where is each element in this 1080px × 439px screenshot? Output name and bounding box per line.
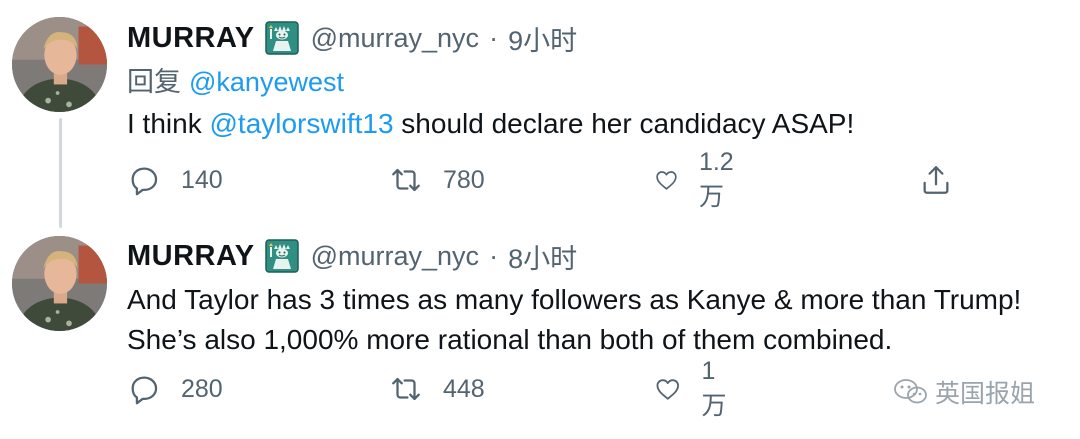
inline-mention[interactable]: @taylorswift13 <box>209 108 393 139</box>
share-button[interactable] <box>919 160 953 200</box>
tweet-text-line: She’s also 1,000% more rational than bot… <box>127 324 893 355</box>
watermark-text: 英国报姐 <box>935 380 1036 408</box>
display-name[interactable]: MURRAY <box>127 22 255 55</box>
timestamp[interactable]: 9小时 <box>508 19 577 58</box>
like-count: 1万 <box>701 356 727 420</box>
retweet-icon <box>389 163 423 197</box>
user-handle[interactable]: @murray_nyc <box>311 241 479 272</box>
tweet-header: MURRAY @murray_nyc · 9小时 <box>127 18 577 58</box>
reply-prefix: 回复 <box>127 67 181 97</box>
avatar[interactable] <box>12 17 107 112</box>
reply-count: 140 <box>181 165 223 194</box>
statue-of-liberty-icon <box>264 21 299 55</box>
separator-dot: · <box>489 240 499 271</box>
tweet-text-part: I think <box>127 108 210 139</box>
share-icon <box>919 163 953 197</box>
reply-context: 回复 @kanyewest <box>127 60 344 99</box>
statue-of-liberty-icon <box>264 239 299 273</box>
tweet-text: I think @taylorswift13 should declare he… <box>127 104 854 144</box>
retweet-button[interactable]: 780 <box>389 160 485 200</box>
retweet-count: 780 <box>443 165 485 194</box>
tweet-text-part: should declare her candidacy ASAP! <box>393 108 855 139</box>
wechat-icon <box>893 377 929 407</box>
retweet-count: 448 <box>443 374 485 403</box>
heart-icon <box>654 163 679 197</box>
reply-button[interactable]: 140 <box>127 160 223 200</box>
heart-icon <box>654 372 682 406</box>
user-handle[interactable]: @murray_nyc <box>311 23 479 54</box>
retweet-button[interactable]: 448 <box>389 369 485 409</box>
display-name[interactable]: MURRAY <box>127 240 255 273</box>
like-button[interactable]: 1万 <box>654 357 733 420</box>
like-button[interactable]: 1.2万 <box>654 148 743 211</box>
separator-dot: · <box>489 22 499 53</box>
reply-icon <box>127 372 161 406</box>
tweet-text-line: And Taylor has 3 times as many followers… <box>127 284 1022 315</box>
reply-count: 280 <box>181 374 223 403</box>
reply-icon <box>127 163 161 197</box>
retweet-icon <box>389 372 423 406</box>
avatar[interactable] <box>12 236 107 331</box>
timestamp[interactable]: 8小时 <box>508 237 577 276</box>
tweet-header: MURRAY @murray_nyc · 8小时 <box>127 236 577 276</box>
reply-button[interactable]: 280 <box>127 369 223 409</box>
tweet[interactable]: MURRAY @murray_nyc · 9小时 回复 @kanyewest I … <box>0 0 1080 230</box>
avatar-image <box>12 236 107 331</box>
like-count: 1.2万 <box>698 147 734 211</box>
avatar-image <box>12 17 107 112</box>
tweet-text: And Taylor has 3 times as many followers… <box>127 280 1021 360</box>
watermark: 英国报姐 <box>893 372 1035 412</box>
reply-to-mention[interactable]: @kanyewest <box>189 67 344 97</box>
